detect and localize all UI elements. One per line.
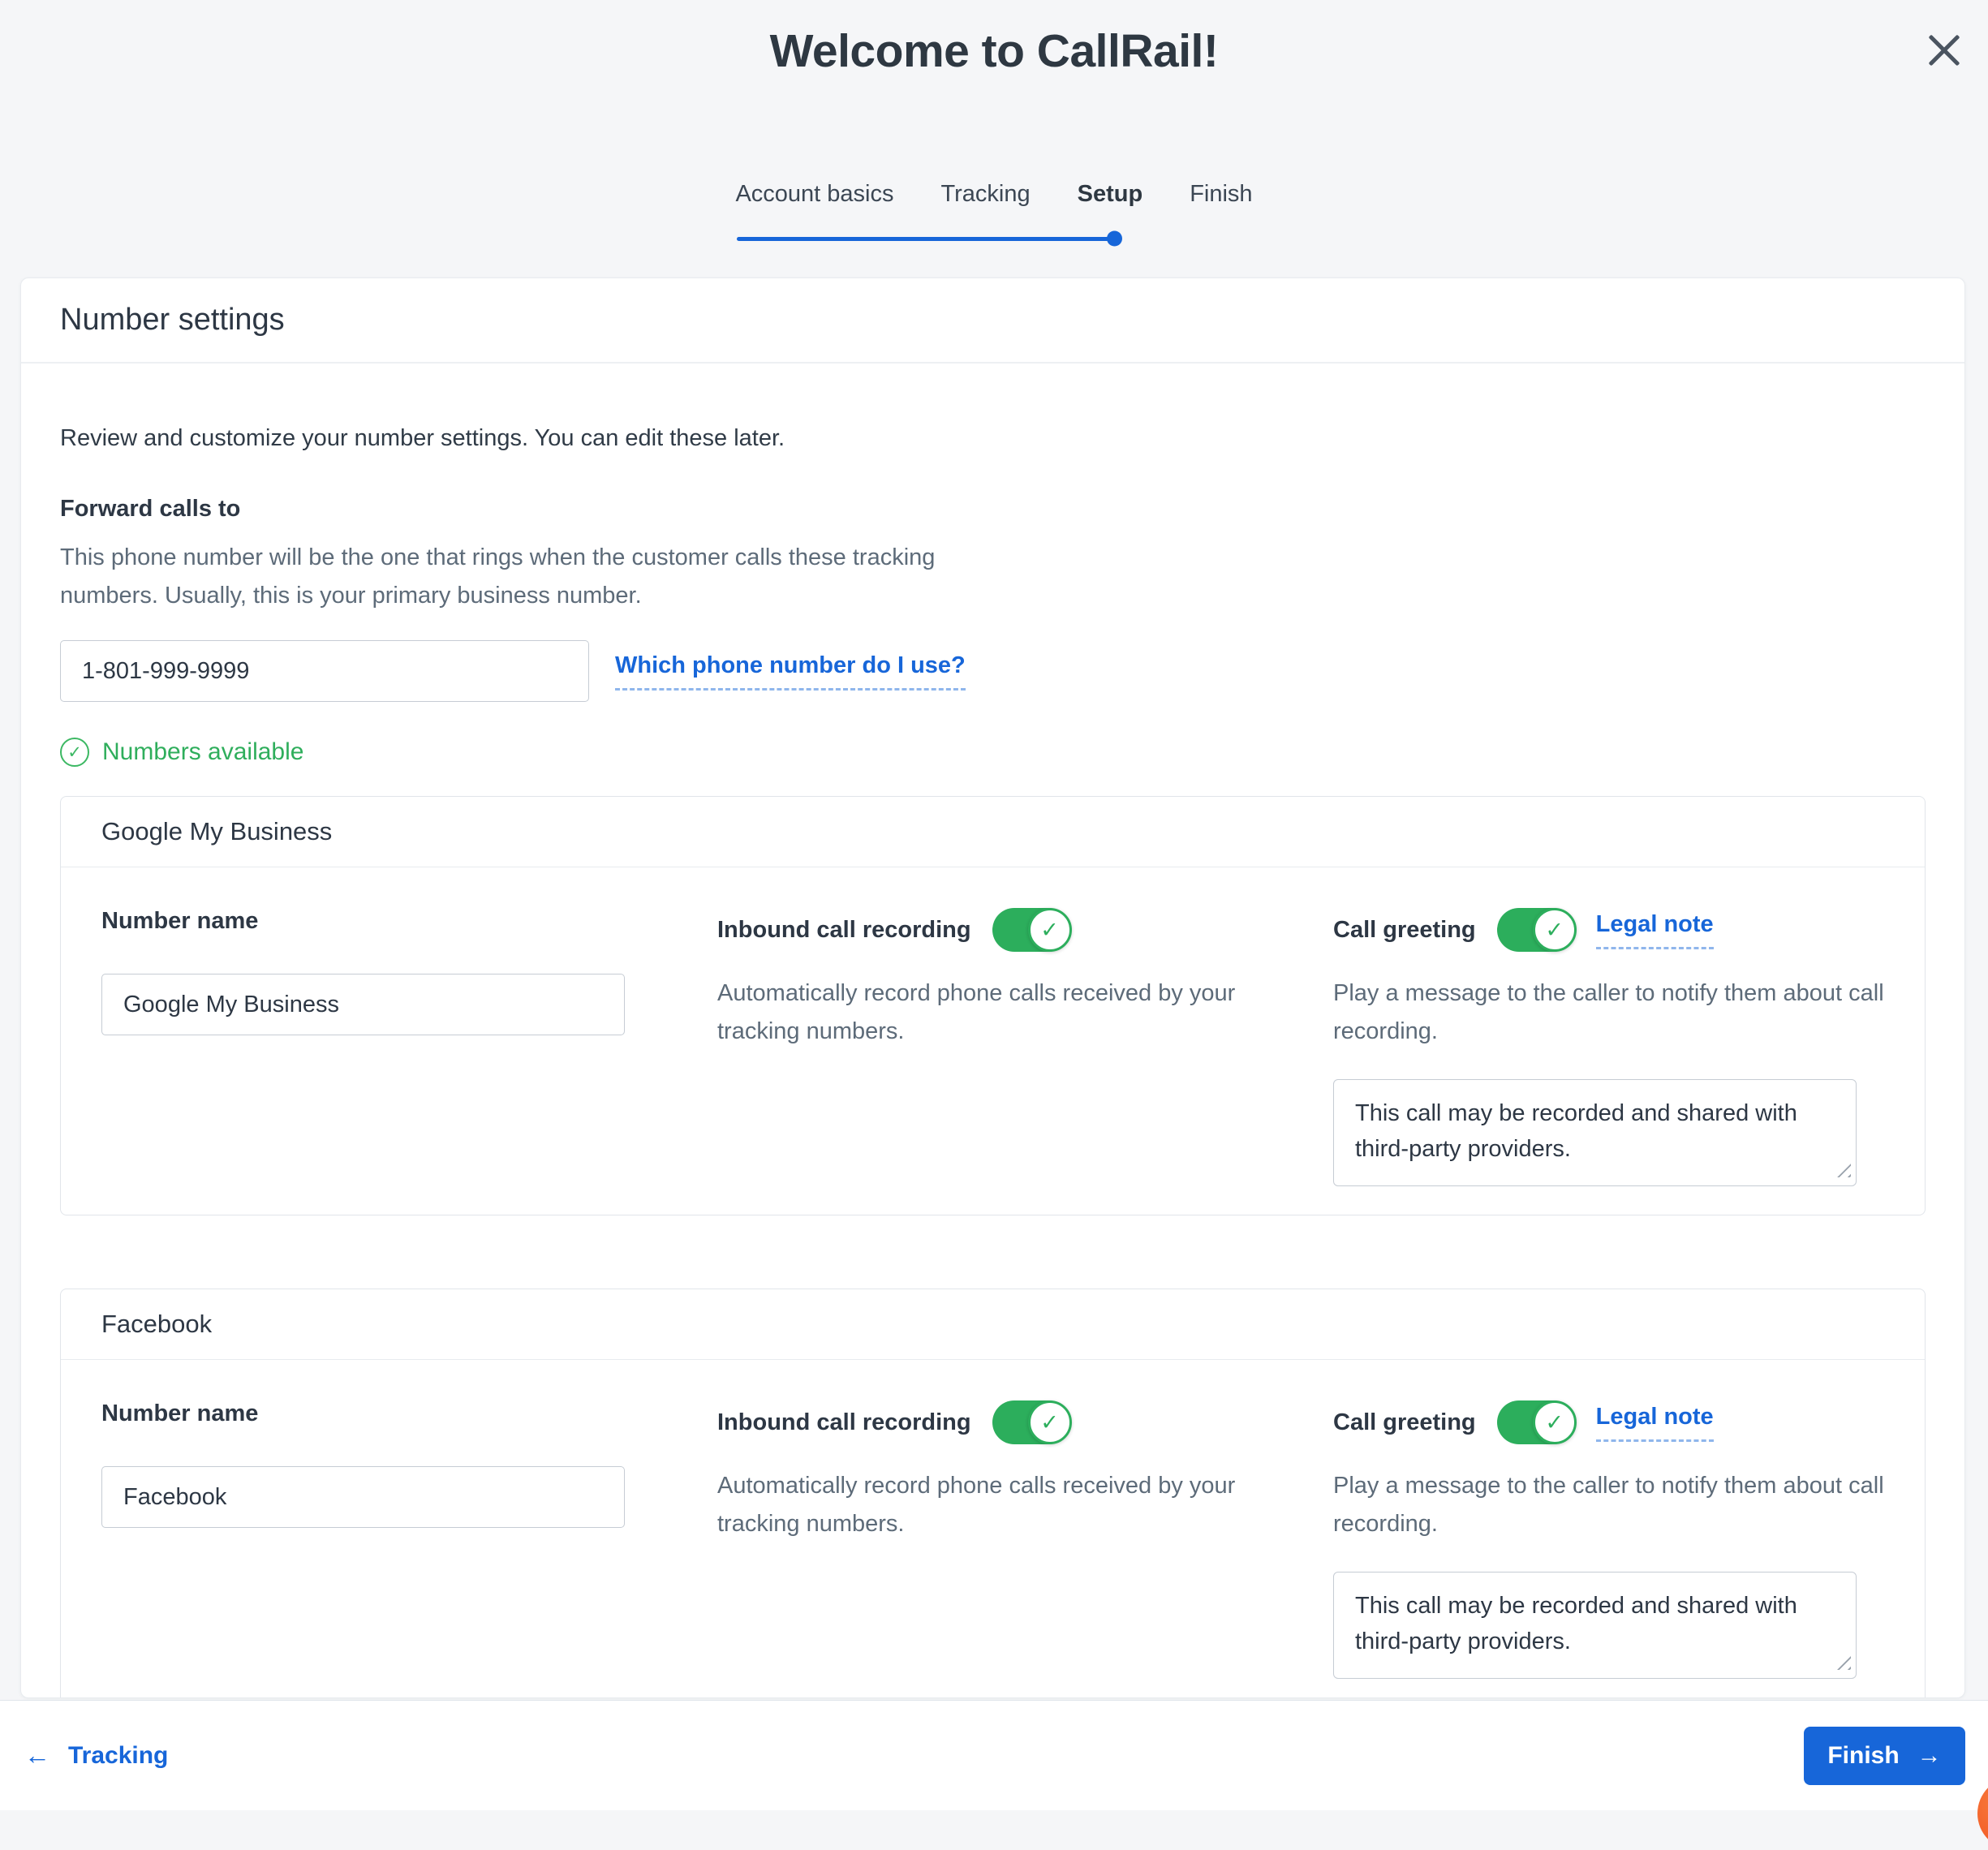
close-icon[interactable]: [1926, 32, 1962, 68]
forward-calls-description: This phone number will be the one that r…: [60, 539, 993, 617]
stepper: Account basics Tracking Setup Finish: [0, 180, 1988, 241]
number-settings-panel: Number settings Review and customize you…: [20, 278, 1965, 1698]
call-greeting-label: Call greeting: [1333, 1409, 1476, 1436]
inbound-recording-column: Inbound call recording ✓ Automatically r…: [717, 908, 1268, 1190]
inbound-recording-column: Inbound call recording ✓ Automatically r…: [717, 1400, 1268, 1683]
number-name-label: Number name: [101, 908, 652, 935]
number-name-input[interactable]: [101, 974, 625, 1035]
greeting-message-textarea[interactable]: This call may be recorded and shared wit…: [1333, 1079, 1857, 1186]
tab-finish[interactable]: Finish: [1190, 180, 1252, 209]
call-greeting-toggle[interactable]: ✓: [1497, 908, 1575, 952]
call-greeting-column: Call greeting ✓ Legal note Play a messag…: [1333, 1400, 1884, 1683]
inbound-recording-label: Inbound call recording: [717, 1409, 971, 1436]
wizard-footer: ← Tracking Finish →: [0, 1700, 1988, 1810]
finish-button-label: Finish: [1827, 1742, 1899, 1770]
tab-setup[interactable]: Setup: [1078, 180, 1143, 209]
page-title: Welcome to CallRail!: [0, 0, 1988, 78]
call-greeting-description: Play a message to the caller to notify t…: [1333, 1467, 1884, 1542]
tab-account-basics[interactable]: Account basics: [735, 180, 893, 209]
tab-tracking[interactable]: Tracking: [941, 180, 1031, 209]
call-greeting-column: Call greeting ✓ Legal note Play a messag…: [1333, 908, 1884, 1190]
toggle-check-icon: ✓: [1028, 908, 1072, 952]
inbound-recording-label: Inbound call recording: [717, 917, 971, 944]
which-phone-number-link[interactable]: Which phone number do I use?: [615, 652, 966, 691]
back-tracking-link[interactable]: ← Tracking: [24, 1740, 168, 1770]
status-text: Numbers available: [102, 738, 303, 766]
section-title: Google My Business: [61, 797, 1925, 867]
arrow-left-icon: ←: [24, 1740, 50, 1770]
greeting-message-textarea[interactable]: This call may be recorded and shared wit…: [1333, 1572, 1857, 1679]
panel-intro: Review and customize your number setting…: [60, 422, 1926, 455]
stepper-progress-line: [737, 237, 1114, 241]
finish-button[interactable]: Finish →: [1804, 1727, 1965, 1785]
legal-note-link[interactable]: Legal note: [1596, 1404, 1714, 1442]
back-link-label: Tracking: [68, 1742, 168, 1770]
call-greeting-description: Play a message to the caller to notify t…: [1333, 974, 1884, 1050]
inbound-recording-toggle[interactable]: ✓: [992, 908, 1070, 952]
number-name-column: Number name: [101, 908, 652, 1190]
arrow-right-icon: →: [1917, 1742, 1942, 1770]
call-greeting-toggle[interactable]: ✓: [1497, 1400, 1575, 1444]
inbound-recording-toggle[interactable]: ✓: [992, 1400, 1070, 1444]
callrail-onboarding-modal: { "colors": { "accent_blue": "#1766d9", …: [0, 0, 1988, 1810]
toggle-check-icon: ✓: [1028, 1400, 1072, 1444]
toggle-check-icon: ✓: [1533, 908, 1577, 952]
section-title: Facebook: [61, 1289, 1925, 1360]
numbers-available-status: ✓ Numbers available: [60, 738, 1926, 767]
inbound-recording-description: Automatically record phone calls receive…: [717, 1467, 1268, 1542]
inbound-recording-description: Automatically record phone calls receive…: [717, 974, 1268, 1050]
check-circle-icon: ✓: [60, 738, 89, 767]
forward-calls-label: Forward calls to: [60, 496, 1926, 523]
legal-note-link[interactable]: Legal note: [1596, 911, 1714, 949]
number-name-label: Number name: [101, 1400, 652, 1427]
number-name-column: Number name: [101, 1400, 652, 1683]
number-section-facebook: Facebook Number name Inbound call record…: [60, 1289, 1926, 1698]
number-name-input[interactable]: [101, 1466, 625, 1528]
call-greeting-label: Call greeting: [1333, 917, 1476, 944]
toggle-check-icon: ✓: [1533, 1400, 1577, 1444]
forward-phone-input[interactable]: [60, 640, 589, 702]
panel-title: Number settings: [21, 278, 1964, 364]
number-section-google-my-business: Google My Business Number name Inbound c…: [60, 796, 1926, 1215]
